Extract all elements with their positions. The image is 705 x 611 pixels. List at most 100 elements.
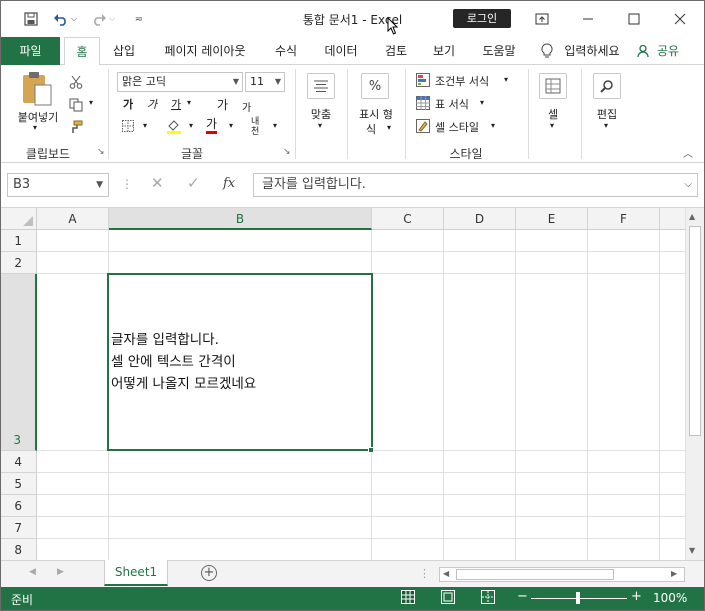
italic-button[interactable]: 가	[147, 96, 157, 112]
font-launcher-icon[interactable]: ↘	[283, 147, 291, 157]
bold-button[interactable]: 가	[123, 96, 133, 112]
next-sheet-icon[interactable]: ▶	[57, 567, 64, 577]
font-size-select[interactable]: 11 ▼	[245, 72, 285, 92]
search-icon[interactable]	[593, 73, 621, 99]
tab-file[interactable]: 파일	[1, 37, 60, 65]
row-header[interactable]: 3	[1, 274, 37, 451]
underline-dropdown-icon[interactable]: ▾	[187, 98, 191, 107]
column-header[interactable]: E	[516, 208, 588, 230]
tab-formulas[interactable]: 수식	[267, 37, 305, 65]
conditional-format-button[interactable]: 조건부 서식	[435, 73, 489, 89]
scroll-up-icon[interactable]: ▲	[689, 212, 695, 221]
cells-icon[interactable]	[539, 73, 567, 99]
vertical-scroll-thumb[interactable]	[689, 226, 701, 436]
collapse-ribbon-icon[interactable]: ︿	[683, 145, 693, 160]
table-format-dropdown-icon[interactable]: ▾	[480, 98, 484, 107]
alignment-dropdown-icon[interactable]: ▾	[318, 121, 322, 130]
editing-button[interactable]: 편집	[587, 106, 627, 122]
cells-button[interactable]: 셀	[533, 106, 573, 122]
insert-function-icon[interactable]: fx	[223, 176, 235, 191]
horizontal-scroll-thumb[interactable]	[456, 569, 614, 580]
formula-input[interactable]: 글자를 입력합니다. ⌵	[253, 173, 698, 197]
column-header[interactable]: A	[37, 208, 109, 230]
conditional-format-dropdown-icon[interactable]: ▾	[504, 75, 508, 84]
font-color-dropdown-icon[interactable]: ▾	[229, 121, 233, 130]
copy-dropdown-icon[interactable]: ▾	[89, 98, 93, 107]
select-all-corner[interactable]	[1, 208, 37, 230]
column-header[interactable]: D	[444, 208, 516, 230]
normal-view-icon[interactable]	[401, 590, 415, 604]
scroll-right-icon[interactable]: ▶	[671, 569, 677, 578]
column-header[interactable]: B	[109, 208, 372, 230]
fill-color-icon[interactable]	[165, 117, 183, 135]
name-box[interactable]: B3 ▼	[7, 173, 109, 197]
scroll-left-icon[interactable]: ◀	[443, 569, 449, 578]
tab-insert[interactable]: 삽입	[105, 37, 143, 65]
font-color-button[interactable]: 가	[206, 117, 218, 134]
share-user-icon[interactable]	[637, 44, 651, 61]
font-name-select[interactable]: 맑은 고딕 ▼	[117, 72, 243, 92]
zoom-level[interactable]: 100%	[653, 591, 687, 605]
tab-help[interactable]: 도움말	[473, 37, 525, 65]
tab-data[interactable]: 데이터	[315, 37, 367, 65]
scroll-down-icon[interactable]: ▼	[689, 546, 695, 555]
minimize-icon[interactable]	[565, 5, 611, 33]
grow-font-button[interactable]: 가	[217, 96, 228, 113]
phonetic-button[interactable]: 내천	[251, 117, 267, 137]
row-header[interactable]: 7	[1, 517, 37, 539]
zoom-slider-thumb[interactable]	[576, 592, 580, 604]
vertical-scrollbar[interactable]: ▲ ▼	[685, 208, 704, 560]
column-header[interactable]: C	[372, 208, 444, 230]
maximize-icon[interactable]	[611, 5, 657, 33]
row-header[interactable]: 6	[1, 495, 37, 517]
row-header[interactable]: 8	[1, 539, 37, 560]
shrink-font-button[interactable]: 가	[242, 99, 251, 114]
tab-view[interactable]: 보기	[425, 37, 463, 65]
table-format-button[interactable]: 표 서식	[435, 96, 469, 112]
tell-me-input[interactable]: 입력하세요	[561, 37, 623, 65]
cell-styles-button[interactable]: 셀 스타일	[435, 119, 479, 135]
enter-icon[interactable]: ✓	[187, 174, 200, 192]
lightbulb-icon[interactable]	[541, 43, 553, 62]
tab-home[interactable]: 홈	[64, 37, 100, 66]
row-header[interactable]: 2	[1, 252, 37, 274]
conditional-format-icon[interactable]	[415, 72, 431, 88]
row-header[interactable]: 1	[1, 230, 37, 252]
fill-handle[interactable]	[368, 447, 374, 453]
cut-icon[interactable]	[67, 73, 85, 91]
cell-styles-dropdown-icon[interactable]: ▾	[491, 121, 495, 130]
cancel-icon[interactable]: ✕	[151, 174, 164, 192]
zoom-in-icon[interactable]: +	[631, 589, 642, 604]
page-break-view-icon[interactable]	[481, 590, 495, 604]
row-header[interactable]: 4	[1, 451, 37, 473]
copy-icon[interactable]	[67, 96, 85, 114]
close-icon[interactable]	[657, 5, 703, 33]
paste-icon[interactable]	[15, 71, 59, 107]
column-header[interactable]: F	[588, 208, 660, 230]
page-layout-view-icon[interactable]	[441, 590, 455, 604]
table-format-icon[interactable]	[415, 95, 431, 111]
horizontal-scrollbar[interactable]: ◀ ▶	[439, 567, 685, 582]
worksheet-grid[interactable]: A B C D E F 1 2 3 4 5 6 7 8	[1, 208, 704, 560]
alignment-button[interactable]: 맞춤	[301, 106, 341, 122]
border-dropdown-icon[interactable]: ▾	[143, 121, 147, 130]
border-icon[interactable]	[121, 119, 135, 133]
number-format-dropdown-icon[interactable]: ▾	[387, 123, 391, 132]
tab-page-layout[interactable]: 페이지 레이아웃	[153, 37, 257, 65]
editing-dropdown-icon[interactable]: ▾	[604, 121, 608, 130]
alignment-icon[interactable]	[307, 73, 335, 99]
expand-formula-icon[interactable]: ⌵	[684, 174, 692, 196]
clipboard-launcher-icon[interactable]: ↘	[97, 147, 105, 157]
row-header[interactable]: 5	[1, 473, 37, 495]
add-sheet-icon[interactable]: +	[201, 565, 217, 581]
percent-icon[interactable]: %	[361, 73, 389, 99]
sheet-tab-active[interactable]: Sheet1	[104, 560, 168, 586]
tab-review[interactable]: 검토	[377, 37, 415, 65]
paste-label[interactable]: 붙여넣기	[11, 109, 65, 125]
underline-button[interactable]: 가	[171, 96, 181, 112]
share-button[interactable]: 공유	[653, 37, 683, 65]
format-painter-icon[interactable]	[67, 118, 85, 136]
phonetic-dropdown-icon[interactable]: ▾	[273, 121, 277, 130]
cells-dropdown-icon[interactable]: ▾	[550, 121, 554, 130]
prev-sheet-icon[interactable]: ◀	[29, 567, 36, 577]
